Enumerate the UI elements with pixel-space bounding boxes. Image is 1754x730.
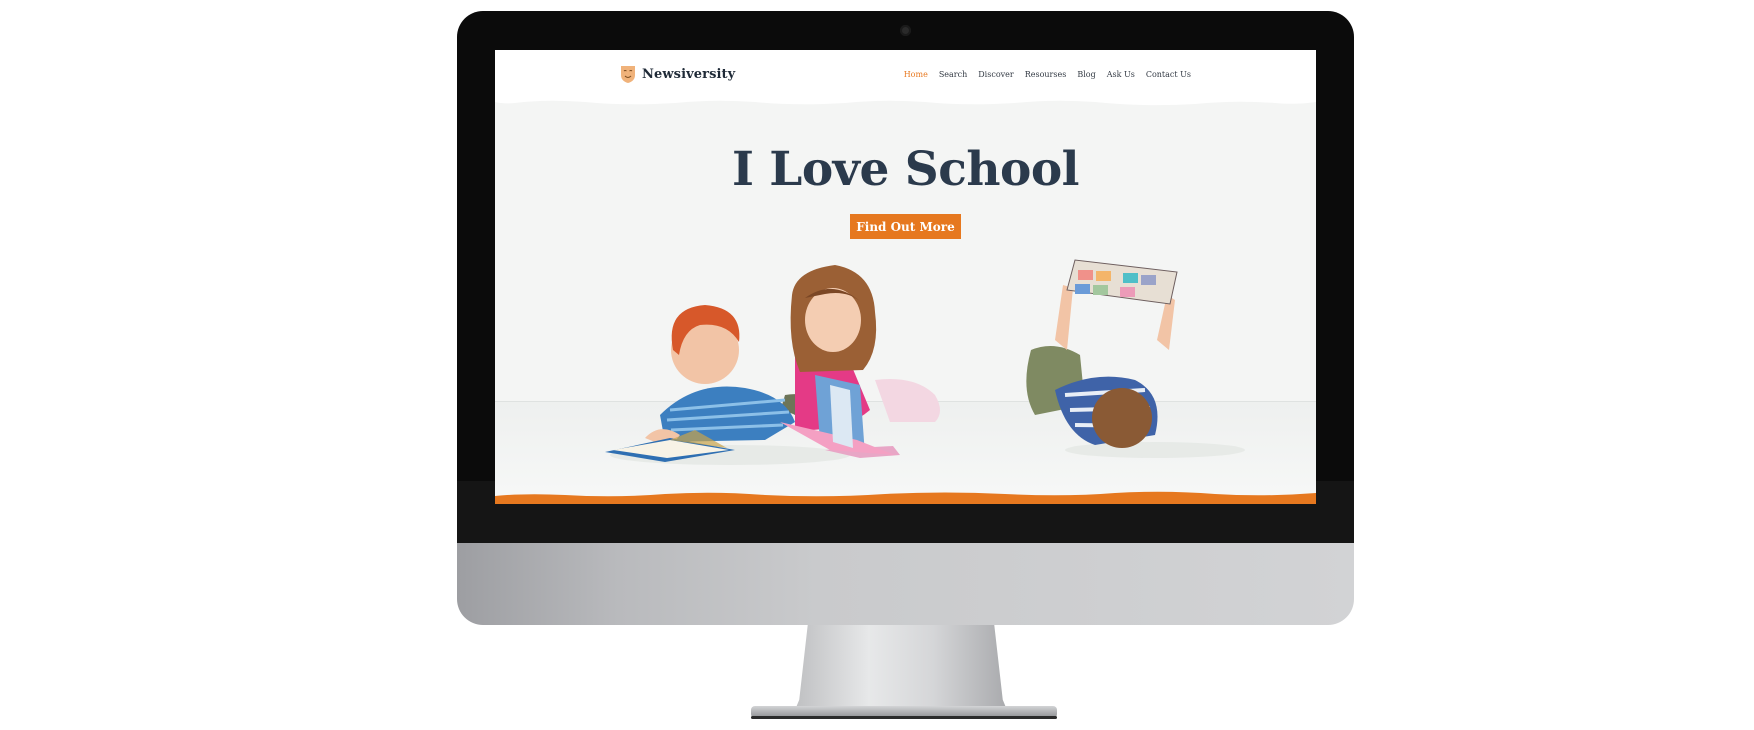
monitor-foot-edge [751,716,1057,719]
hero-photo-children-reading [605,259,1245,465]
nav-search[interactable]: Search [939,70,967,79]
hero-title: I Love School [731,142,1080,197]
orange-torn-band [495,491,1316,504]
child-boy-right [1026,259,1178,448]
main-nav: Home Search Discover Resourses Blog Ask … [904,70,1191,79]
site-logo[interactable]: Newsiversity [620,65,735,84]
nav-discover[interactable]: Discover [978,70,1013,79]
picture-book [1066,259,1178,305]
monitor-chin [457,543,1354,625]
torn-paper-edge [495,94,1316,106]
find-out-more-button[interactable]: Find Out More [850,214,961,239]
shield-mask-icon [621,66,635,83]
website-screen: Newsiversity Home Search Discover Resour… [495,50,1316,504]
child-girl-middle [780,265,940,458]
brand-name: Newsiversity [642,67,736,82]
camera-icon [900,25,911,36]
nav-home[interactable]: Home [904,70,928,79]
monitor-stand [795,625,1007,710]
nav-ask-us[interactable]: Ask Us [1107,70,1135,79]
nav-contact-us[interactable]: Contact Us [1146,70,1191,79]
nav-blog[interactable]: Blog [1077,70,1095,79]
nav-resources[interactable]: Resourses [1025,70,1067,79]
